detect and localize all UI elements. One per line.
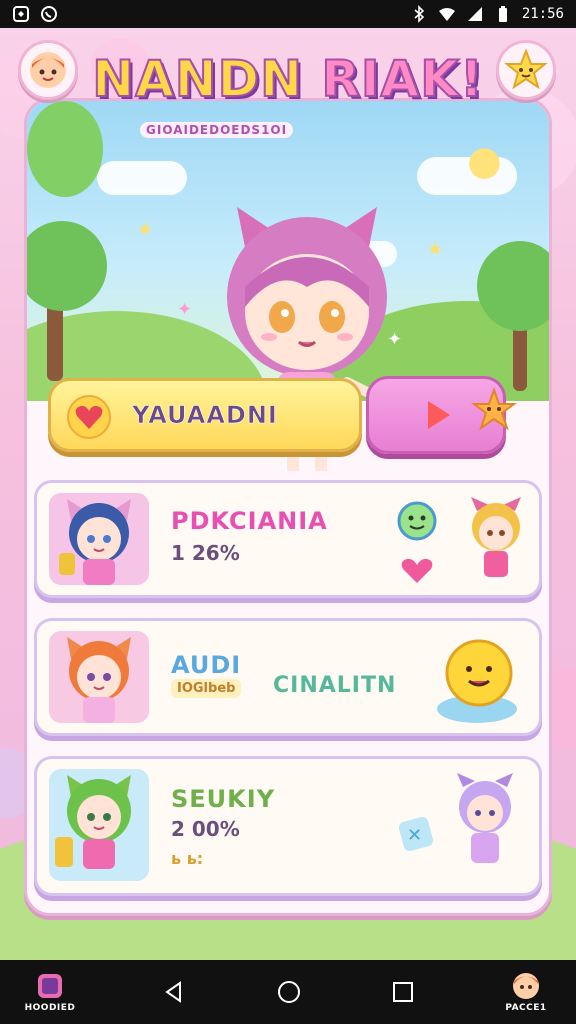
signal-icon bbox=[466, 5, 484, 23]
main-action-label: YAUAADNI bbox=[132, 401, 278, 430]
recents-icon[interactable] bbox=[392, 981, 414, 1003]
character-progress: 2 00% bbox=[171, 817, 240, 841]
battery-icon bbox=[494, 5, 512, 23]
character-name: AUDI bbox=[171, 651, 242, 679]
app-icon bbox=[38, 974, 62, 998]
character-extra: ь ь: bbox=[171, 849, 204, 868]
character-thumbnail bbox=[49, 769, 149, 881]
status-left bbox=[12, 5, 58, 23]
nav-left-label: HOODIED bbox=[24, 1003, 76, 1013]
app-title: NANDN RIAK! bbox=[60, 49, 516, 109]
app-title-part2: RIAK! bbox=[320, 49, 484, 109]
character-card[interactable]: AUDI IOGlbeb CINALITN bbox=[34, 618, 542, 736]
status-time: 21:56 bbox=[521, 6, 564, 22]
character-card[interactable]: SEUKIY 2 00% ь ь: ✕ bbox=[34, 756, 542, 896]
app-title-wrap: NANDN RIAK! bbox=[60, 49, 516, 109]
avatar-icon bbox=[513, 973, 539, 999]
play-button[interactable] bbox=[366, 376, 517, 454]
avatar-icon bbox=[30, 52, 66, 88]
profile-button[interactable] bbox=[18, 40, 78, 100]
main-action-button[interactable]: YAUAADNI bbox=[48, 378, 362, 452]
heart-icon bbox=[67, 395, 111, 439]
whatsapp-icon bbox=[40, 5, 58, 23]
card-decorations: ✕ bbox=[397, 767, 527, 887]
bottom-nav-bar: HOODIED PACCE1 bbox=[0, 960, 576, 1024]
card-decorations bbox=[397, 491, 527, 591]
back-icon[interactable] bbox=[162, 980, 186, 1004]
wifi-icon bbox=[438, 5, 456, 23]
star-icon: ✦ bbox=[177, 299, 193, 320]
bluetooth-icon bbox=[410, 5, 428, 23]
app-subtitle: GIOAIDEDOEDS1OI bbox=[140, 122, 294, 138]
character-progress: 1 26% bbox=[171, 541, 240, 565]
play-icon bbox=[428, 401, 450, 429]
status-bar: 21:56 bbox=[0, 0, 576, 28]
notification-icon bbox=[12, 5, 30, 23]
nav-keys bbox=[162, 979, 414, 1005]
tree-foliage bbox=[27, 221, 107, 311]
star-mascot-icon bbox=[504, 48, 548, 90]
star-icon: ★ bbox=[427, 239, 444, 260]
card-decorations bbox=[397, 629, 527, 729]
nav-right-label: PACCE1 bbox=[505, 1003, 547, 1013]
character-name: PDKCIANIA bbox=[171, 507, 328, 535]
home-icon[interactable] bbox=[276, 979, 302, 1005]
svg-text:✕: ✕ bbox=[407, 825, 422, 846]
status-right: 21:56 bbox=[410, 5, 564, 23]
cloud-decoration bbox=[97, 161, 187, 195]
rewards-button[interactable] bbox=[496, 40, 556, 100]
character-subtitle: IOGlbeb bbox=[171, 679, 242, 698]
star-icon: ★ bbox=[137, 219, 154, 240]
character-name: SEUKIY bbox=[171, 785, 276, 813]
character-tag: CINALITN bbox=[273, 673, 397, 698]
strawberry-star-icon bbox=[471, 387, 517, 431]
character-thumbnail bbox=[49, 493, 149, 585]
nav-right-app[interactable]: PACCE1 bbox=[496, 964, 556, 1020]
character-card[interactable]: PDKCIANIA 1 26% bbox=[34, 480, 542, 598]
balloon-icon: ● bbox=[467, 138, 502, 184]
character-thumbnail bbox=[49, 631, 149, 723]
nav-left-app[interactable]: HOODIED bbox=[20, 964, 80, 1020]
tree-foliage bbox=[27, 101, 103, 197]
app-title-part1: NANDN bbox=[91, 49, 303, 109]
